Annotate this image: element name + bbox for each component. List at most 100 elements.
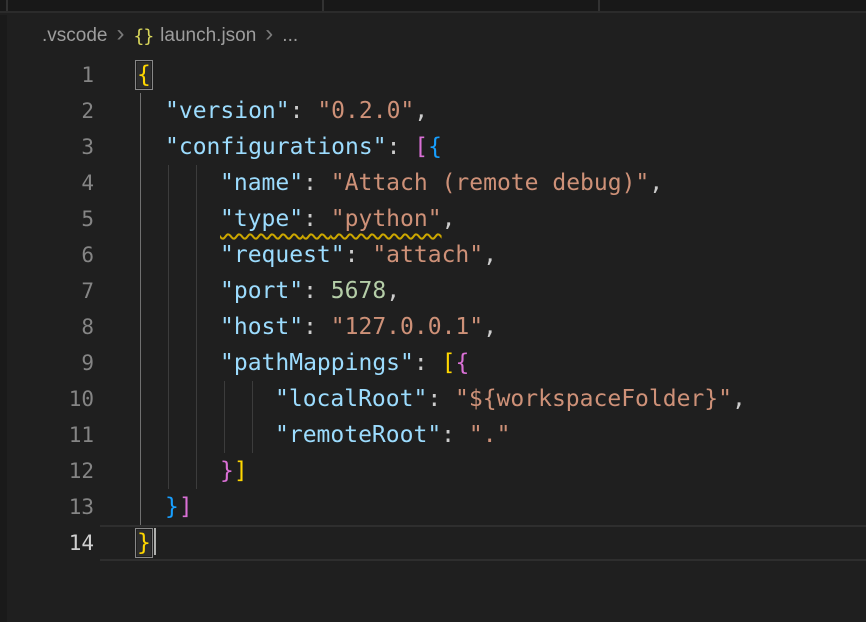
code-line-content[interactable]: "host": "127.0.0.1",: [137, 309, 866, 345]
token: "127.0.0.1": [331, 314, 483, 340]
code-line-content[interactable]: "pathMappings": [{: [137, 345, 866, 381]
code-line-content[interactable]: "configurations": [{: [137, 129, 866, 165]
token: "localRoot": [275, 386, 427, 412]
code-line-content[interactable]: }]: [137, 453, 866, 489]
token: [: [414, 134, 428, 160]
token: "${workspaceFolder}": [455, 386, 732, 412]
line-number[interactable]: 2: [0, 93, 94, 129]
text-cursor: [154, 528, 156, 555]
line-number[interactable]: 14: [0, 525, 94, 561]
line-number[interactable]: 4: [0, 165, 94, 201]
token: ,: [732, 386, 746, 412]
token: [: [442, 350, 456, 376]
warning-squiggle: "type": "python": [220, 206, 442, 232]
token: ,: [442, 206, 456, 232]
token: "type": [220, 206, 303, 232]
chevron-right-icon: ›: [107, 22, 133, 50]
line-number[interactable]: 7: [0, 273, 94, 309]
chevron-right-icon: ›: [256, 22, 282, 50]
token: :: [414, 350, 442, 376]
token: "attach": [372, 242, 483, 268]
code-line-content[interactable]: }: [137, 525, 866, 561]
token: ,: [483, 314, 497, 340]
token: }: [220, 458, 234, 484]
token: "remoteRoot": [275, 422, 441, 448]
code-line-content[interactable]: "remoteRoot": ".": [137, 417, 866, 453]
line-number[interactable]: 6: [0, 237, 94, 273]
token: :: [303, 170, 331, 196]
breadcrumb-symbol[interactable]: ...: [282, 25, 298, 47]
token: ,: [386, 278, 400, 304]
code-line: 6 "request": "attach",: [0, 237, 866, 273]
tab-divider: [598, 0, 600, 11]
token: "request": [220, 242, 345, 268]
code-line: 8 "host": "127.0.0.1",: [0, 309, 866, 345]
code-line current-line: 14 }: [0, 525, 866, 561]
line-number[interactable]: 3: [0, 129, 94, 165]
code-line-content[interactable]: "localRoot": "${workspaceFolder}",: [137, 381, 866, 417]
line-number[interactable]: 10: [0, 381, 94, 417]
token: ]: [234, 458, 248, 484]
token: "0.2.0": [317, 98, 414, 124]
line-number[interactable]: 12: [0, 453, 94, 489]
token: {: [137, 62, 151, 88]
code-line: 3 "configurations": [{: [0, 129, 866, 165]
token: ,: [483, 242, 497, 268]
token: }: [165, 494, 179, 520]
token: {: [428, 134, 442, 160]
line-number[interactable]: 9: [0, 345, 94, 381]
token: :: [345, 242, 373, 268]
code-line: 10 "localRoot": "${workspaceFolder}",: [0, 381, 866, 417]
code-line: 12 }]: [0, 453, 866, 489]
code-line-content[interactable]: }]: [137, 489, 866, 525]
token: "pathMappings": [220, 350, 414, 376]
token: "port": [220, 278, 303, 304]
token: "configurations": [165, 134, 387, 160]
code-line: 2 "version": "0.2.0",: [0, 93, 866, 129]
json-file-icon: {}: [133, 26, 153, 47]
token: :: [303, 314, 331, 340]
code-line: 5 "type": "python",: [0, 201, 866, 237]
token: "version": [165, 98, 290, 124]
code-line: 7 "port": 5678,: [0, 273, 866, 309]
code-line-content[interactable]: "name": "Attach (remote debug)",: [137, 165, 866, 201]
breadcrumb: .vscode › {} launch.json › ...: [0, 15, 866, 57]
tab-divider: [6, 0, 8, 11]
token: "Attach (remote debug)": [331, 170, 650, 196]
line-number[interactable]: 5: [0, 201, 94, 237]
token: "python": [331, 206, 442, 232]
token: {: [455, 350, 469, 376]
tab-divider: [322, 0, 324, 11]
breadcrumb-file[interactable]: launch.json: [160, 25, 256, 47]
code-line-content[interactable]: "type": "python",: [137, 201, 866, 237]
token: ]: [179, 494, 193, 520]
token: :: [427, 386, 455, 412]
code-line: 1 {: [0, 57, 866, 93]
token: ".": [469, 422, 511, 448]
token: }: [137, 530, 151, 556]
token: :: [387, 134, 415, 160]
code-line-content[interactable]: "port": 5678,: [137, 273, 866, 309]
line-number[interactable]: 11: [0, 417, 94, 453]
code-line-content[interactable]: "request": "attach",: [137, 237, 866, 273]
token: ,: [649, 170, 663, 196]
line-number[interactable]: 1: [0, 57, 94, 93]
code-line: 9 "pathMappings": [{: [0, 345, 866, 381]
token: :: [303, 278, 331, 304]
code-line: 11 "remoteRoot": ".": [0, 417, 866, 453]
token: :: [441, 422, 469, 448]
token: :: [290, 98, 318, 124]
token: :: [303, 206, 331, 232]
token: "host": [220, 314, 303, 340]
code-line-content[interactable]: {: [137, 57, 866, 93]
tab-bar-edge: [0, 0, 866, 13]
token: "name": [220, 170, 303, 196]
code-line: 4 "name": "Attach (remote debug)",: [0, 165, 866, 201]
breadcrumb-folder[interactable]: .vscode: [42, 25, 107, 47]
token: 5678: [331, 278, 386, 304]
code-line: 13 }]: [0, 489, 866, 525]
line-number[interactable]: 13: [0, 489, 94, 525]
code-line-content[interactable]: "version": "0.2.0",: [137, 93, 866, 129]
line-number[interactable]: 8: [0, 309, 94, 345]
editor: 1 { 2 "version": "0.2.0", 3 "configurati…: [0, 57, 866, 561]
